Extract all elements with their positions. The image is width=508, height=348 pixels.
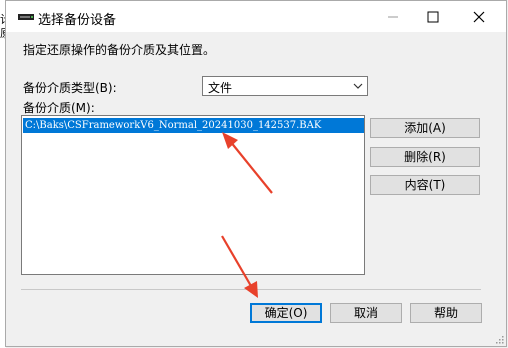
remove-button[interactable]: 删除(R) [370,147,480,167]
select-backup-device-dialog: 选择备份设备 指定还原操作的备份介质及其位置。 备份介质类型(B): 文件 备份… [5,0,507,347]
media-list[interactable]: C:\Baks\CSFrameworkV6_Normal_20241030_14… [21,115,365,275]
help-button[interactable]: 帮助 [410,303,482,323]
media-type-label: 备份介质类型(B): [23,81,117,95]
dialog-description: 指定还原操作的备份介质及其位置。 [23,43,216,57]
list-item[interactable]: C:\Baks\CSFrameworkV6_Normal_20241030_14… [23,118,364,133]
ok-button[interactable]: 确定(O) [250,303,322,323]
media-type-value: 文件 [208,81,233,95]
drive-icon [17,11,35,23]
close-icon [473,11,485,22]
resize-grip-icon[interactable] [494,334,504,344]
chevron-down-icon [353,83,363,89]
add-button[interactable]: 添加(A) [370,118,480,138]
dialog-title: 选择备份设备 [38,13,117,28]
media-type-select[interactable]: 文件 [202,76,368,96]
title-bar[interactable]: 选择备份设备 [6,1,506,32]
contents-button[interactable]: 内容(T) [370,175,480,195]
minimize-icon [388,16,398,17]
divider [21,289,481,290]
media-label: 备份介质(M): [23,101,95,115]
maximize-button[interactable] [410,1,456,32]
close-button[interactable] [456,1,502,32]
cancel-button[interactable]: 取消 [330,303,402,323]
maximize-icon [427,11,439,22]
